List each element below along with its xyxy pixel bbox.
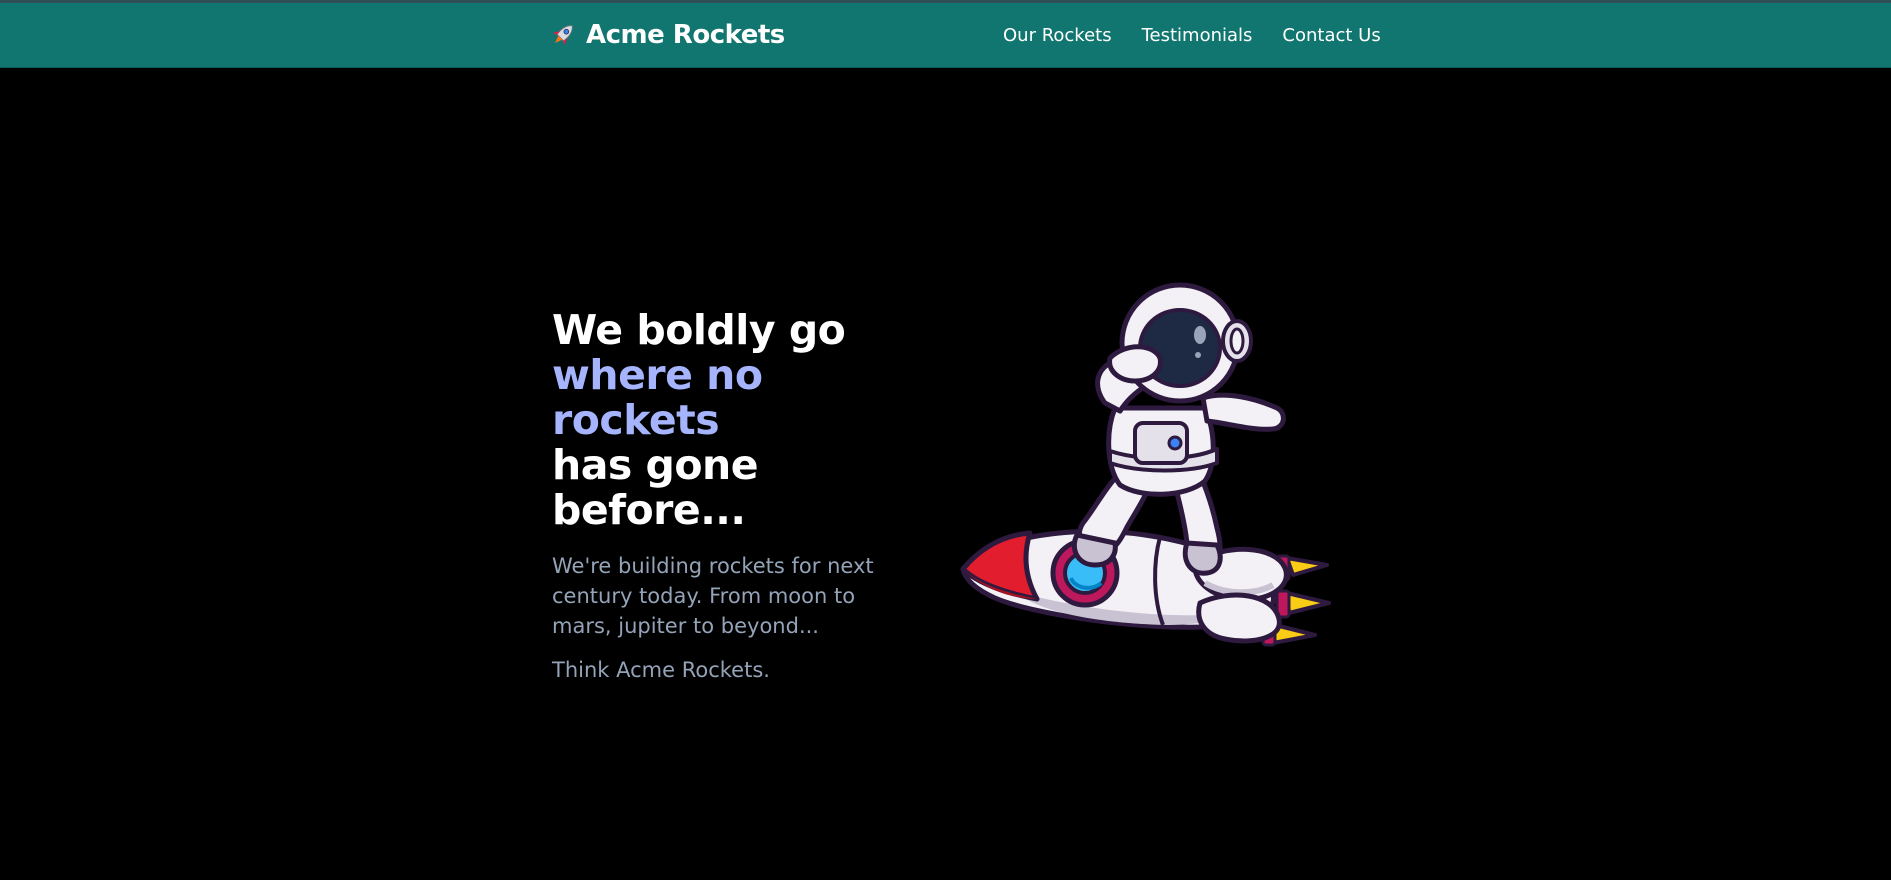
brand-title: Acme Rockets [586, 20, 785, 50]
hero-tagline: Think Acme Rockets. [552, 658, 770, 682]
astronaut-on-rocket-illustration [960, 282, 1331, 647]
main-nav: Our Rockets Testimonials Contact Us [1003, 25, 1381, 47]
nav-our-rockets[interactable]: Our Rockets [1003, 25, 1112, 47]
hero-text: We boldly go where no rockets has gone b… [552, 308, 932, 685]
rocket-illustration [960, 528, 1331, 647]
headline-line-2-accent: where no rockets [552, 351, 763, 444]
nav-testimonials[interactable]: Testimonials [1142, 25, 1253, 47]
headline-line-3: has gone [552, 441, 759, 489]
site-header: Acme Rockets Our Rockets Testimonials Co… [0, 3, 1891, 68]
brand-home-link[interactable]: Acme Rockets [548, 19, 785, 51]
astronaut-illustration [1071, 282, 1286, 576]
hero-headline: We boldly go where no rockets has gone b… [552, 308, 932, 533]
hero-section: We boldly go where no rockets has gone b… [0, 68, 1891, 880]
nav-contact-us[interactable]: Contact Us [1282, 25, 1380, 47]
hero-subtitle: We're building rockets for next century … [552, 554, 874, 638]
rocket-icon [553, 25, 573, 45]
headline-line-4: before... [552, 486, 746, 534]
headline-line-1: We boldly go [552, 306, 846, 354]
